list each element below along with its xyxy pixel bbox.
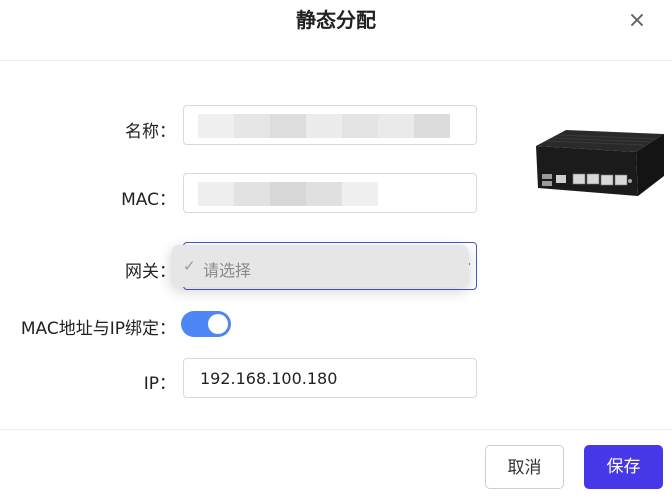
- ip-value: 192.168.100.180: [200, 369, 338, 388]
- mac-input[interactable]: [183, 173, 477, 213]
- save-button[interactable]: 保存: [584, 445, 663, 489]
- gateway-label: 网关：: [125, 262, 176, 282]
- dialog-title: 静态分配: [296, 8, 376, 32]
- ip-label: IP：: [143, 374, 176, 394]
- gateway-dropdown-menu[interactable]: ✓ 请选择: [171, 245, 469, 287]
- gateway-option-placeholder[interactable]: 请选择: [203, 257, 251, 281]
- name-input[interactable]: [183, 105, 477, 145]
- footer-divider: [0, 429, 672, 430]
- binding-label: MAC地址与IP绑定：: [20, 319, 176, 339]
- mac-label: MAC：: [121, 190, 176, 210]
- mac-value-redacted: [198, 182, 378, 206]
- name-value-redacted: [198, 114, 450, 138]
- ip-input[interactable]: 192.168.100.180: [183, 358, 477, 398]
- dialog-header: 静态分配: [0, 0, 672, 61]
- binding-toggle[interactable]: [181, 311, 231, 337]
- cancel-button[interactable]: 取消: [485, 445, 564, 489]
- close-icon[interactable]: [626, 10, 648, 32]
- check-icon: ✓: [183, 257, 196, 275]
- name-label: 名称：: [125, 122, 176, 142]
- toggle-knob: [208, 314, 228, 334]
- router-device-image: [536, 130, 664, 196]
